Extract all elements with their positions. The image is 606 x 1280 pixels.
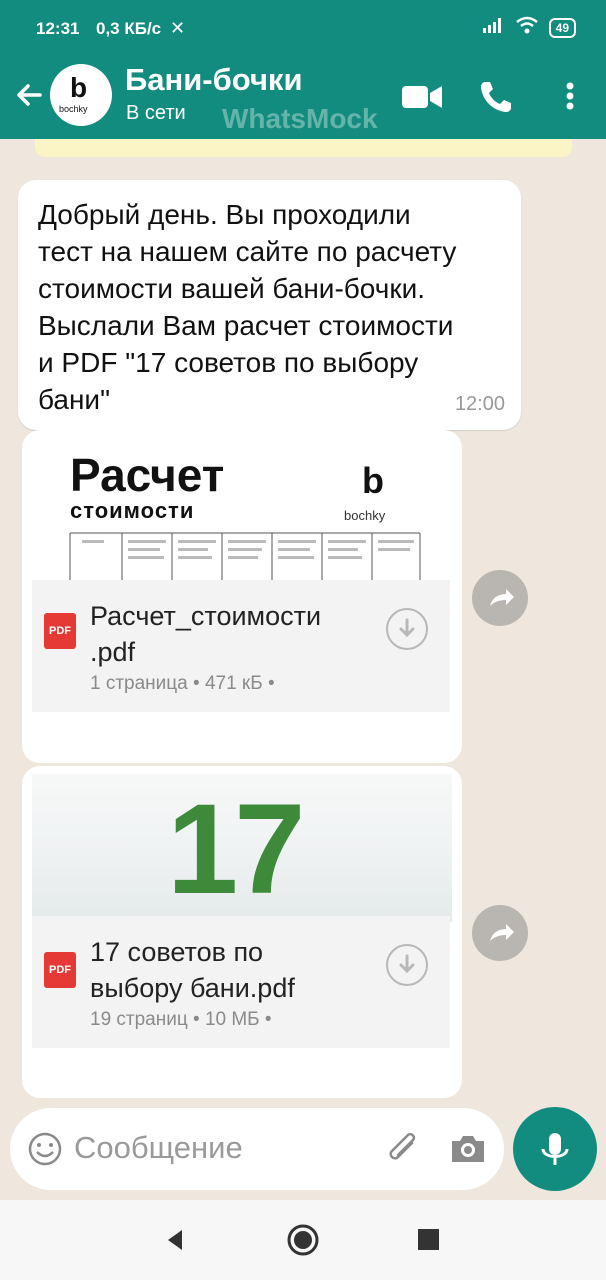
wifi-icon <box>515 16 539 39</box>
document-preview[interactable]: Расчет стоимости b bochky <box>32 438 452 586</box>
incoming-message[interactable]: Добрый день. Вы проходили тест на нашем … <box>18 180 521 430</box>
signal-icon <box>482 17 505 38</box>
document-meta: 19 страниц • 10 МБ • <box>90 1009 272 1030</box>
battery-icon: 49 <box>548 17 576 38</box>
download-icon[interactable] <box>386 944 428 986</box>
recents-nav-icon[interactable] <box>416 1227 442 1253</box>
back-nav-icon[interactable] <box>160 1225 190 1255</box>
video-call-icon[interactable] <box>400 76 444 116</box>
avatar-logo-text: bochky <box>59 104 88 114</box>
emoji-icon[interactable] <box>27 1131 63 1167</box>
more-options-icon[interactable] <box>548 76 592 116</box>
back-arrow-icon[interactable] <box>12 78 46 112</box>
chat-header[interactable]: b bochky Бани-бочки В сети WhatsMock <box>0 58 606 139</box>
document-message[interactable]: Расчет стоимости b bochky PDF Расчет_сто… <box>22 430 462 763</box>
contact-name[interactable]: Бани-бочки <box>125 62 303 98</box>
forward-icon[interactable] <box>472 905 528 961</box>
pdf-file-icon: PDF <box>44 613 76 649</box>
watermark-text: WhatsMock <box>222 103 378 134</box>
preview-logo-letter: b <box>362 460 384 501</box>
attach-icon[interactable] <box>384 1129 424 1169</box>
document-info[interactable]: PDF 17 советов по выбору бани.pdf 19 стр… <box>32 916 450 1048</box>
preview-table-graphic <box>69 532 421 586</box>
home-nav-icon[interactable] <box>286 1223 320 1257</box>
message-placeholder: Сообщение <box>74 1130 243 1165</box>
message-text: Добрый день. Вы проходили тест на нашем … <box>38 199 457 415</box>
system-navigation-bar <box>0 1200 606 1280</box>
microphone-icon <box>541 1133 569 1165</box>
document-name: Расчет_стоимости .pdf <box>90 601 322 667</box>
document-preview[interactable]: 17 <box>32 774 452 922</box>
download-icon[interactable] <box>386 608 428 650</box>
forward-icon[interactable] <box>472 570 528 626</box>
preview-subtitle: стоимости <box>70 498 195 523</box>
voice-record-button[interactable] <box>513 1107 597 1191</box>
document-name: 17 советов по выбору бани.pdf <box>90 937 295 1003</box>
pdf-file-icon: PDF <box>44 952 76 988</box>
message-input[interactable]: Сообщение <box>10 1108 504 1190</box>
avatar-logo-letter: b <box>70 72 88 103</box>
preview-number: 17 <box>167 778 305 921</box>
message-time: 12:00 <box>454 393 505 415</box>
document-meta: 1 страница • 471 кБ • <box>90 673 275 694</box>
preview-logo-text: bochky <box>344 508 386 523</box>
app-top-bar: 12:31 0,3 КБ/с ✕ 49 b bochky Бани-бочки … <box>0 0 606 139</box>
status-bar: 12:31 0,3 КБ/с ✕ 49 <box>0 0 606 58</box>
status-icons: 49 <box>482 16 576 39</box>
preview-title: Расчет <box>70 449 225 501</box>
camera-icon[interactable] <box>448 1129 488 1169</box>
document-info[interactable]: PDF Расчет_стоимости .pdf 1 страница • 4… <box>32 580 450 712</box>
contact-avatar[interactable]: b bochky <box>50 64 112 126</box>
contact-status: В сети <box>126 102 186 124</box>
encryption-notice <box>35 139 572 157</box>
document-message[interactable]: 17 PDF 17 советов по выбору бани.pdf 19 … <box>22 766 462 1098</box>
status-time: 12:31 <box>36 19 80 38</box>
status-network-speed: 0,3 КБ/с <box>96 19 162 38</box>
voice-call-icon[interactable] <box>475 76 519 116</box>
notifications-off-icon: ✕ <box>170 18 186 38</box>
